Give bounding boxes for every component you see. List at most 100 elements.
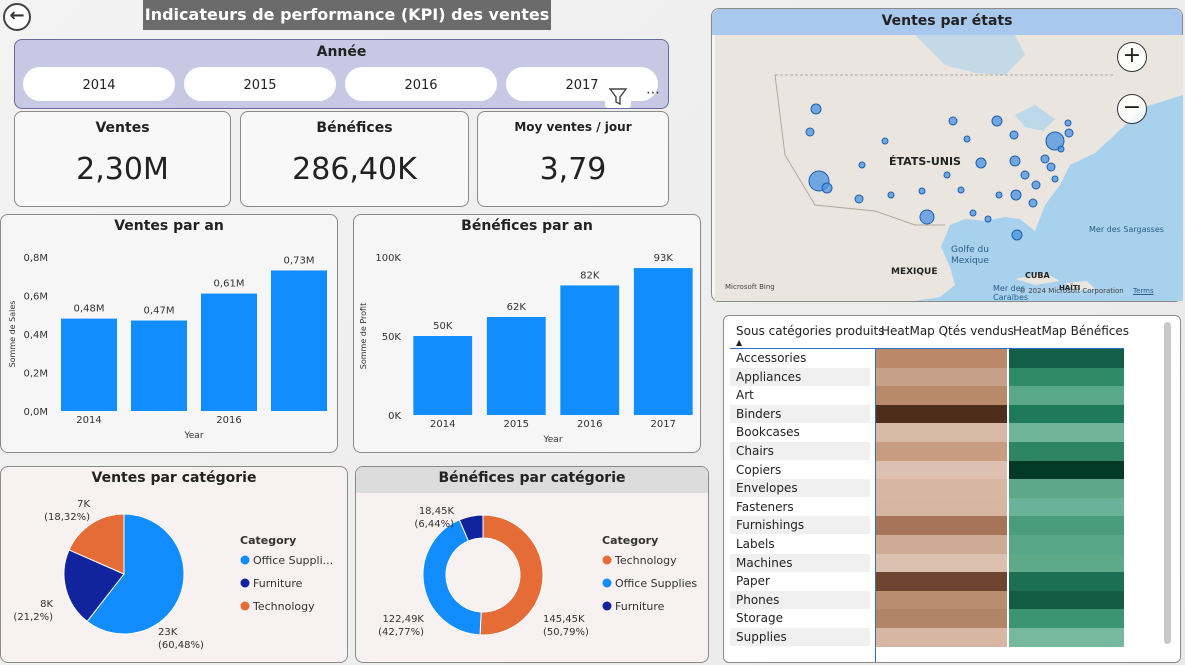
profit-heatmap-cell [1009,516,1124,535]
profit-heatmap-cell [1009,479,1124,498]
qty-heatmap-cell [876,367,1007,387]
slice-label: 145,45K [543,614,585,625]
qty-heatmap-cell [876,628,1007,647]
table-row[interactable]: Art [724,386,1124,405]
column-header-subcategory[interactable]: Sous catégories produits [736,324,885,338]
y-axis-label: Somme de Sales [8,301,17,368]
filter-icon[interactable] [605,86,631,108]
qty-heatmap-cell [876,553,1007,573]
slice-label: 23K [158,627,178,638]
qty-heatmap-cell [876,572,1007,591]
table-row[interactable]: Fasteners [724,497,1124,517]
table-row[interactable]: Storage [724,609,1124,628]
bar-2014[interactable] [61,318,117,411]
table-row[interactable]: Furnishings [724,516,1124,535]
profit-heatmap-cell [1009,349,1124,368]
qty-heatmap-cell [876,609,1007,628]
data-label: 0,61M [214,279,245,290]
back-arrow-icon[interactable]: ← [3,3,31,31]
subcategory-name: Envelopes [730,479,870,498]
table-row[interactable]: Accessories [724,349,1124,368]
profit-heatmap-cell [1009,590,1124,610]
table-row[interactable]: Binders [724,404,1124,424]
subcategory-name: Furnishings [730,516,870,535]
table-row[interactable]: Copiers [724,460,1124,480]
data-label: 93K [654,253,674,264]
table-row[interactable]: Phones [724,590,1124,610]
table-row[interactable]: Bookcases [724,423,1124,442]
slice-percent-label: (42,77%) [378,627,424,638]
bar-2016[interactable] [560,285,620,415]
table-row[interactable]: Supplies [724,628,1124,647]
map-canvas[interactable]: ÉTATS-UNIS Golfe du Mexique MEXIQUE CUBA… [715,35,1183,301]
map-label-sargasses: Mer des Sargasses [1089,225,1164,234]
profit-heatmap-cell [1009,572,1124,591]
subcategory-name: Machines [730,553,870,572]
slice-label: 7K [77,499,90,510]
map-label-cuba: CUBA [1025,271,1050,280]
profit-by-category-svg: 145,45K (50,79%) 122,49K (42,77%) 18,45K (6,4… [378,506,697,638]
slice-technology[interactable] [479,514,544,636]
year-option-2017[interactable]: 2017 [506,67,658,101]
map-terms-link[interactable]: Terms [1133,287,1154,295]
subcategory-name: Chairs [730,442,870,460]
profit-heatmap-cell [1009,404,1124,424]
profit-heatmap-cell [1009,423,1124,442]
legend-title: Category [602,534,658,547]
profit-heatmap-cell [1009,553,1124,573]
x-tick-label: 2014 [76,415,101,426]
table-scrollbar[interactable] [1164,322,1171,644]
qty-heatmap-cell [876,516,1007,535]
slice-label: 18,45K [419,506,455,517]
qty-heatmap-cell [876,497,1007,517]
column-header-qty-heatmap[interactable]: HeatMap Qtés vendus [881,324,1014,338]
y-tick-label: 0,8M [23,253,48,264]
legend-entry: Technology [614,554,677,567]
bar-2016[interactable] [201,293,257,411]
slice-percent-label: (21,2%) [13,612,53,623]
table-row[interactable]: Chairs [724,442,1124,461]
map-copyright: © 2024 Microsoft Corporation [1019,287,1124,295]
slice-percent-label: (6,44%) [414,519,454,530]
sort-ascending-icon[interactable]: ▲ [736,338,742,347]
table-row[interactable]: Appliances [724,367,1124,387]
heatmap-table: Sous catégories produits HeatMap Qtés ve… [723,315,1181,663]
year-option-2015[interactable]: 2015 [184,67,336,101]
data-label: 82K [580,270,600,281]
y-tick-label: 0,6M [23,292,48,303]
profit-by-year-chart: Bénéfices par an 0K 50K 100K 50K 2014 62K 2015… [353,214,701,453]
legend-title: Category [240,534,296,547]
map-label-gulf: Golfe du Mexique [951,245,989,266]
more-options-icon[interactable]: ⋯ [639,86,667,106]
zoom-out-icon[interactable]: − [1117,94,1147,124]
subcategory-name: Paper [730,572,870,591]
legend-marker [240,555,250,565]
legend-entry: Technology [252,600,315,613]
legend-entry: Furniture [253,577,303,590]
bar-2015[interactable] [486,317,546,415]
kpi-label: Bénéfices [316,120,393,136]
year-slicer: Année 2014 2015 2016 2017 ⋯ [14,39,669,109]
profit-heatmap-cell [1009,535,1124,554]
data-label: 50K [433,321,453,332]
bar-2014[interactable] [413,336,473,415]
bar-2015[interactable] [131,320,187,411]
table-row[interactable]: Machines [724,553,1124,573]
kpi-value: 3,79 [539,152,607,187]
table-row[interactable]: Paper [724,572,1124,591]
table-row[interactable]: Labels [724,535,1124,554]
year-option-2016[interactable]: 2016 [345,67,497,101]
legend-entry: Office Suppli... [253,554,333,567]
legend-entry: Furniture [615,600,665,613]
zoom-in-icon[interactable]: + [1117,42,1147,72]
column-header-profit-heatmap[interactable]: HeatMap Bénéfices [1013,324,1129,338]
qty-heatmap-cell [876,404,1007,424]
bar-2017[interactable] [271,270,327,411]
bar-2017[interactable] [633,268,693,415]
year-slicer-title: Année [316,44,367,60]
year-option-2014[interactable]: 2014 [23,67,175,101]
slice-label: 122,49K [382,614,424,625]
y-tick-label: 0,2M [23,369,48,380]
table-row[interactable]: Envelopes [724,479,1124,498]
x-tick-label: 2016 [577,419,602,430]
